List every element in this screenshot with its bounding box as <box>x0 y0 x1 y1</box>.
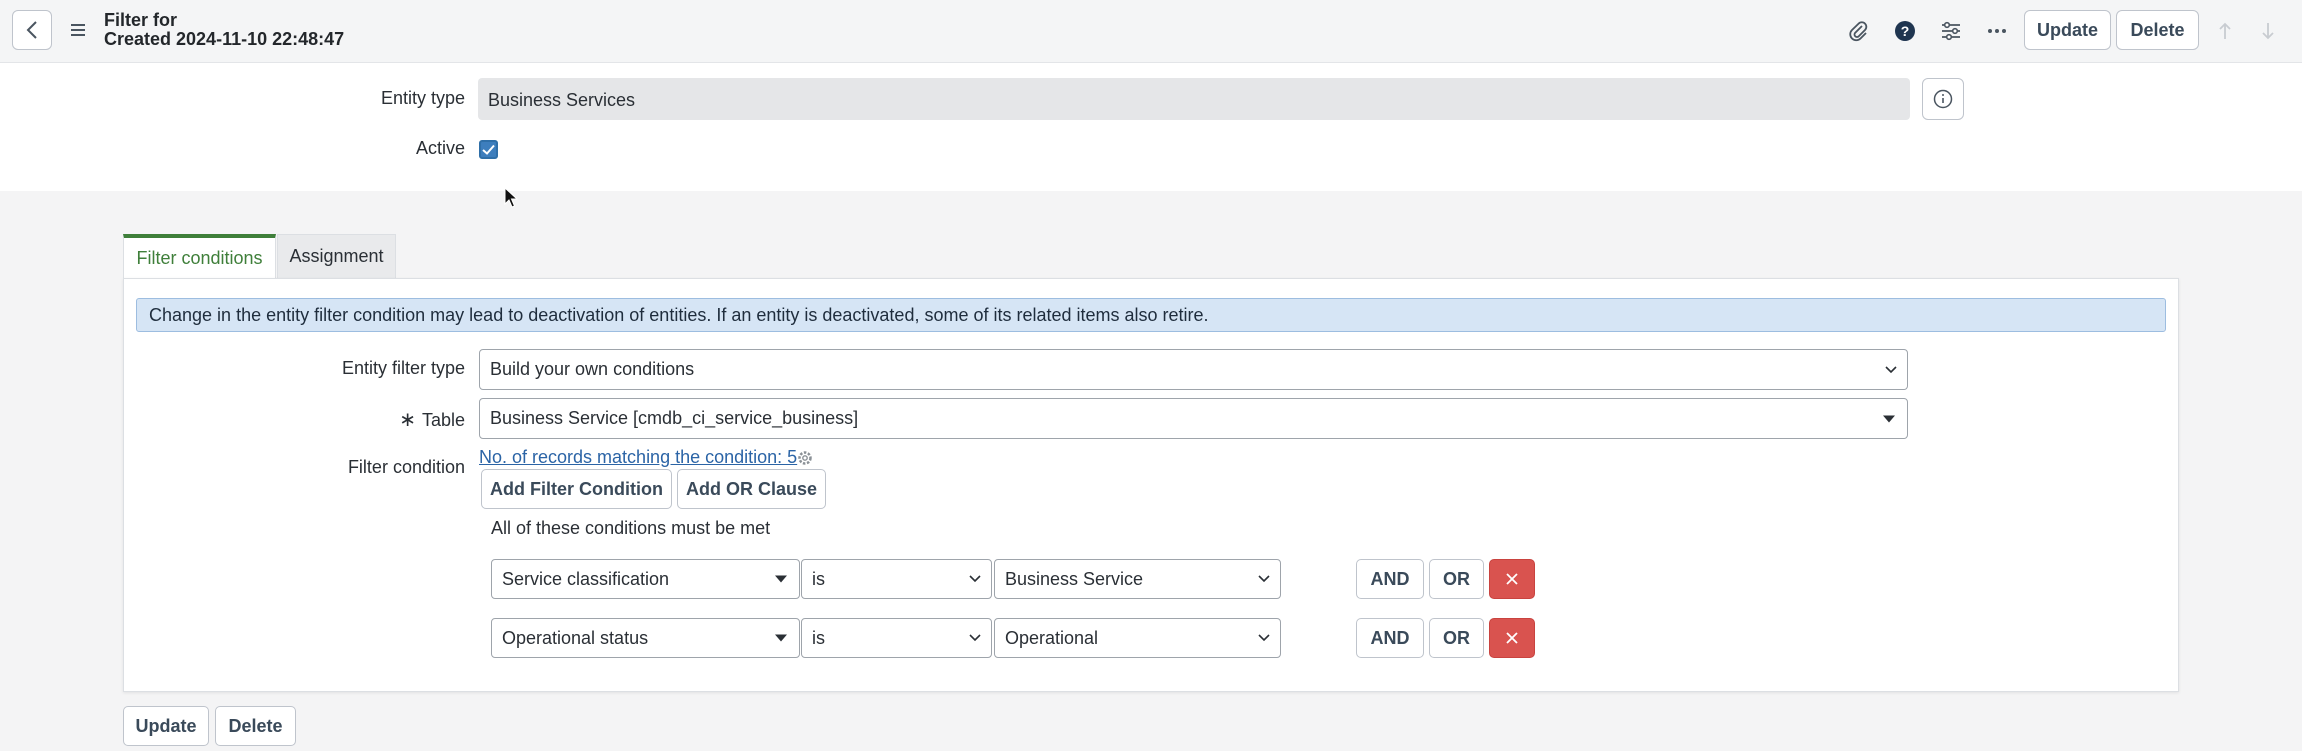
caret-down-icon <box>1883 415 1895 422</box>
checkmark-icon <box>482 144 495 155</box>
chevron-down-icon <box>1258 634 1270 642</box>
condition-value-select[interactable]: Operational <box>994 618 1281 658</box>
and-button[interactable]: AND <box>1356 618 1424 658</box>
mouse-cursor-icon <box>504 186 519 214</box>
footer-delete-button[interactable]: Delete <box>215 706 296 746</box>
info-button[interactable] <box>1922 78 1964 120</box>
help-icon[interactable]: ? <box>1893 19 1917 43</box>
or-button[interactable]: OR <box>1429 618 1484 658</box>
arrow-up-icon[interactable] <box>2213 19 2237 43</box>
entity-filter-type-select[interactable]: Build your own conditions <box>479 349 1908 390</box>
condition-value-select[interactable]: Business Service <box>994 559 1281 599</box>
condition-value-text: Operational <box>1005 627 1099 648</box>
remove-condition-button[interactable] <box>1489 559 1535 599</box>
add-filter-condition-button[interactable]: Add Filter Condition <box>481 469 672 509</box>
svg-text:?: ? <box>1901 23 1910 39</box>
footer-update-button[interactable]: Update <box>123 706 209 746</box>
paperclip-icon[interactable] <box>1846 19 1870 43</box>
record-title-line1: Filter for <box>104 10 178 30</box>
chevron-down-icon <box>969 575 981 583</box>
table-label: ∗ Table <box>399 409 465 431</box>
header-delete-button[interactable]: Delete <box>2116 10 2199 50</box>
active-checkbox[interactable] <box>479 140 498 159</box>
chevron-down-icon <box>969 634 981 642</box>
condition-operator-select[interactable]: is <box>801 559 992 599</box>
header-bar: Filter for Created 2024-11-10 22:48:47 ?… <box>0 0 2302 63</box>
more-options-icon[interactable] <box>1985 19 2009 43</box>
condition-operator-select[interactable]: is <box>801 618 992 658</box>
condition-field-value: Service classification <box>502 568 670 589</box>
entity-type-label: Entity type <box>380 88 465 108</box>
hamburger-menu-icon[interactable] <box>68 20 88 40</box>
chevron-left-icon <box>26 21 37 39</box>
caret-down-icon <box>775 575 787 583</box>
refresh-cog-icon[interactable] <box>797 450 813 471</box>
close-icon <box>1506 632 1518 644</box>
condition-operator-value: is <box>812 568 825 589</box>
table-value: Business Service [cmdb_ci_service_busine… <box>490 408 859 428</box>
close-icon <box>1506 573 1518 585</box>
records-count-link[interactable]: No. of records matching the condition: 5 <box>479 447 797 468</box>
info-alert: Change in the entity filter condition ma… <box>136 298 2166 332</box>
tab-filter-conditions[interactable]: Filter conditions <box>123 234 276 278</box>
entity-type-field[interactable]: Business Services <box>478 78 1910 120</box>
condition-field-value: Operational status <box>502 627 649 648</box>
active-label: Active <box>415 138 465 158</box>
condition-field-select[interactable]: Service classification <box>491 559 800 599</box>
chevron-down-icon <box>1258 575 1270 583</box>
table-select[interactable]: Business Service [cmdb_ci_service_busine… <box>479 398 1908 439</box>
back-button[interactable] <box>12 10 52 50</box>
condition-operator-value: is <box>812 627 825 648</box>
info-icon <box>1933 89 1953 109</box>
entity-filter-type-label: Entity filter type <box>341 358 465 378</box>
arrow-down-icon[interactable] <box>2256 19 2280 43</box>
and-button[interactable]: AND <box>1356 559 1424 599</box>
record-title-line2: Created 2024-11-10 22:48:47 <box>104 29 345 49</box>
entity-filter-type-value: Build your own conditions <box>490 359 695 379</box>
settings-sliders-icon[interactable] <box>1939 19 1963 43</box>
condition-field-select[interactable]: Operational status <box>491 618 800 658</box>
tab-assignment[interactable]: Assignment <box>277 234 396 278</box>
caret-down-icon <box>775 634 787 642</box>
or-button[interactable]: OR <box>1429 559 1484 599</box>
chevron-down-icon <box>1885 365 1897 373</box>
condition-value-text: Business Service <box>1005 568 1144 589</box>
remove-condition-button[interactable] <box>1489 618 1535 658</box>
required-asterisk-icon: ∗ <box>399 409 416 431</box>
filter-condition-label: Filter condition <box>347 457 465 477</box>
add-or-clause-button[interactable]: Add OR Clause <box>677 469 826 509</box>
conditions-caption: All of these conditions must be met <box>491 518 771 538</box>
header-update-button[interactable]: Update <box>2024 10 2111 50</box>
